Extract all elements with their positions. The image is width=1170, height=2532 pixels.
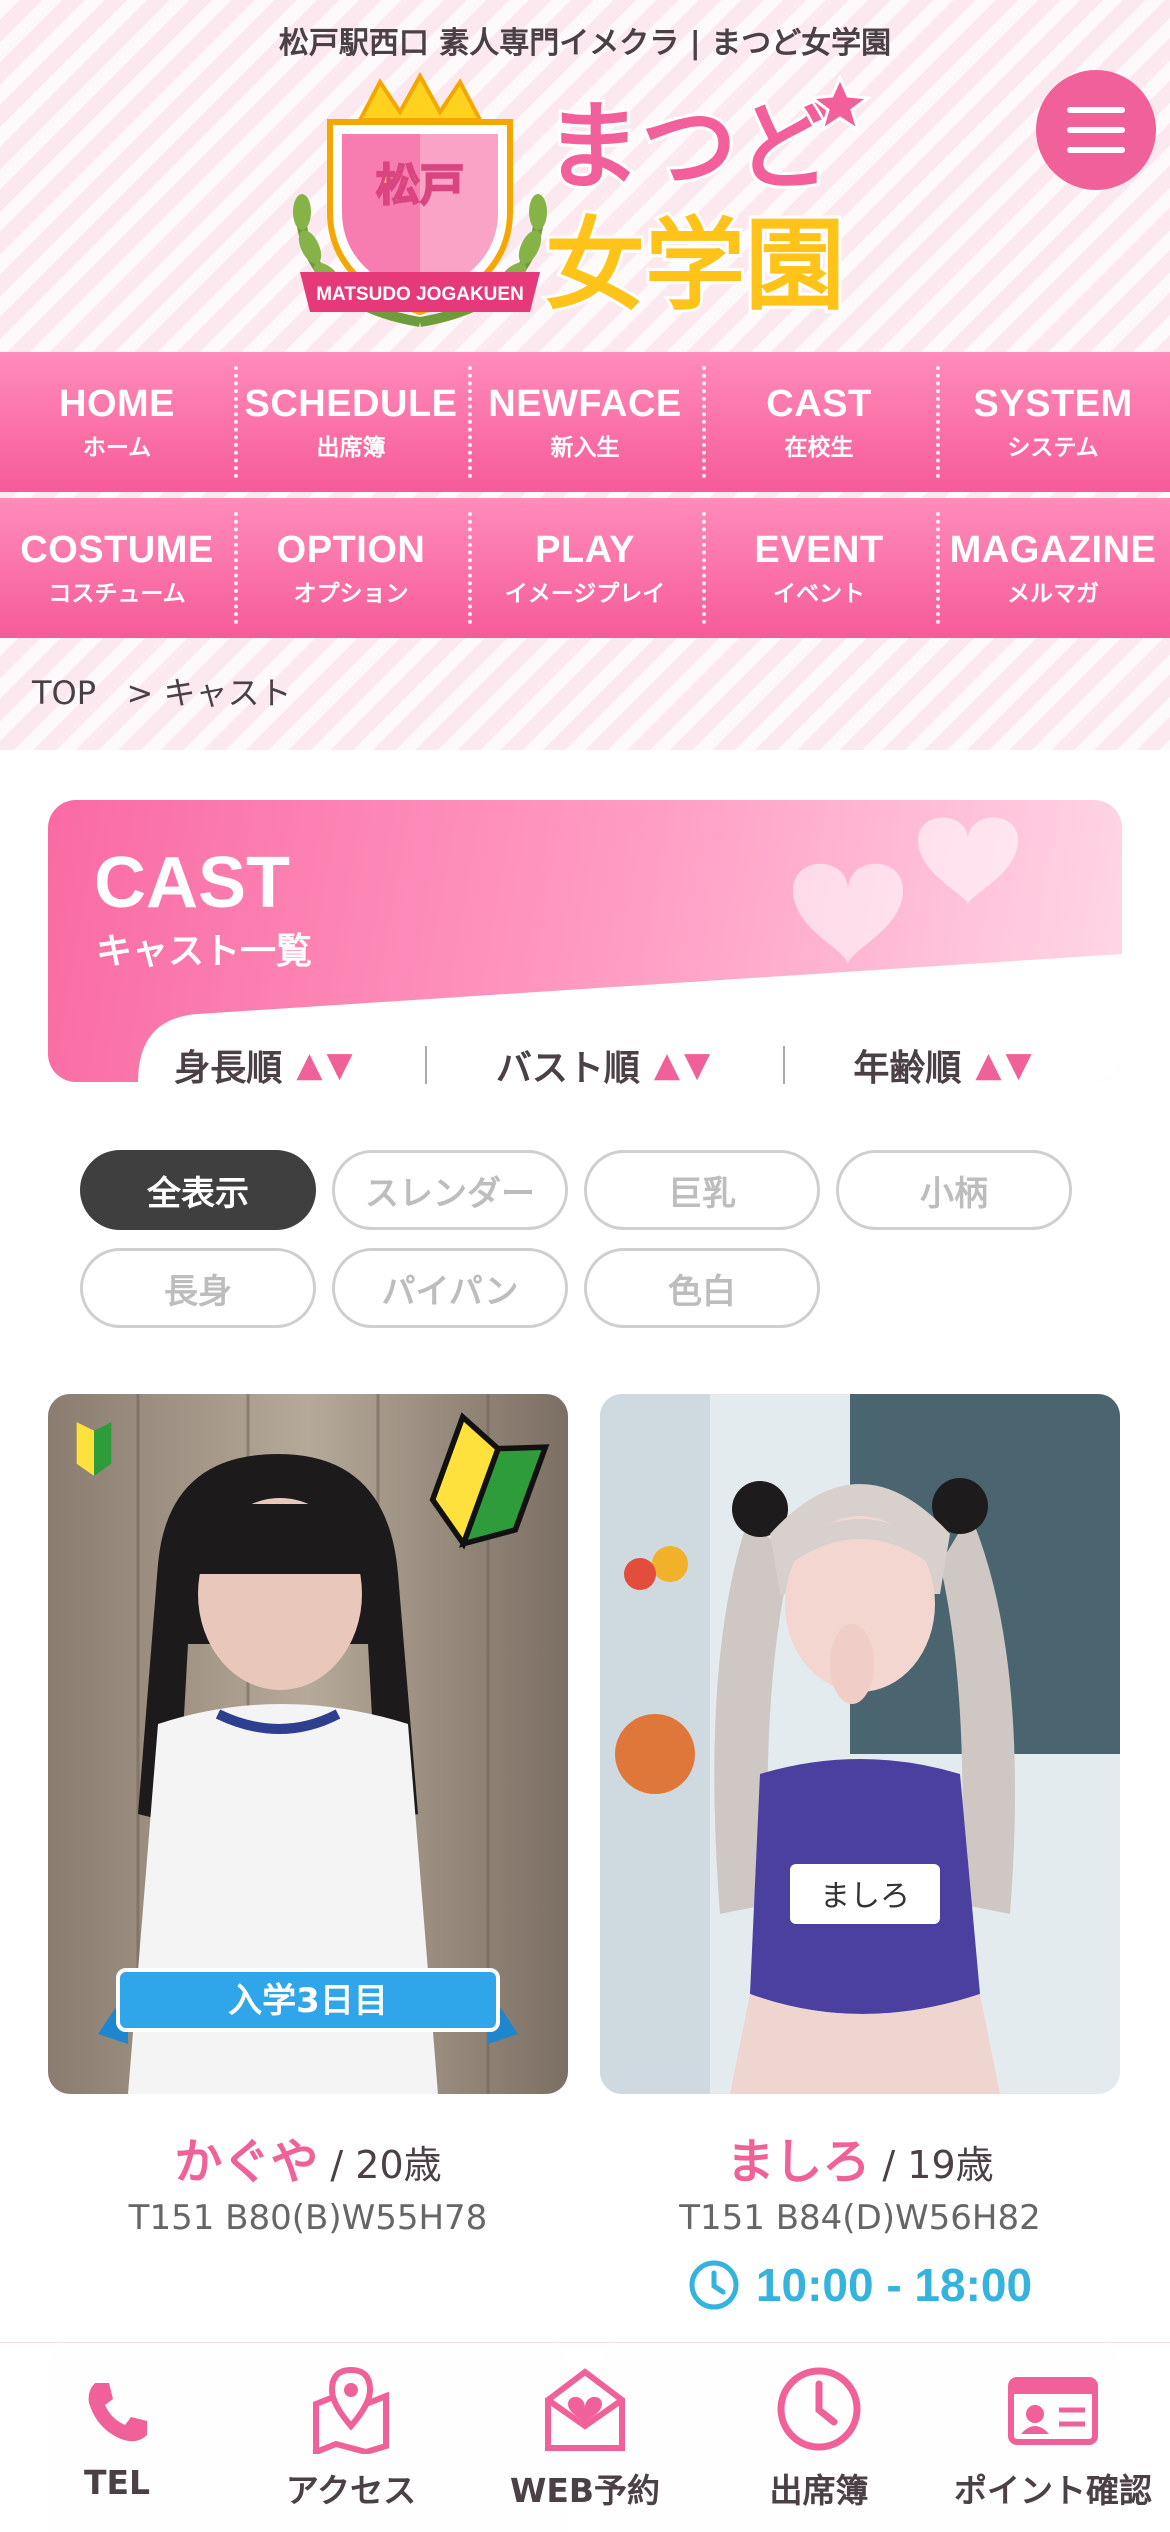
site-tagline: 松戸駅西口 素人専門イメクラ | まつど女学園: [278, 26, 892, 61]
sort-arrows-icon: ▲▼: [296, 1045, 357, 1085]
filter-all-button[interactable]: 全表示: [80, 1150, 316, 1230]
cast-photo[interactable]: ましろ: [600, 1394, 1120, 2094]
heart-icon: [793, 817, 1018, 965]
nav-item-system[interactable]: SYSTEM システム: [936, 352, 1170, 492]
cast-card[interactable]: 入学3日目 かぐや / 20歳 T151 B80(B)W55H78: [48, 1394, 568, 2238]
nav-item-event[interactable]: EVENT イベント: [702, 498, 936, 638]
filter-petite-button[interactable]: 小柄: [836, 1150, 1072, 1230]
crest-text: 松戸: [376, 160, 464, 211]
filter-tall-button[interactable]: 長身: [80, 1248, 316, 1328]
beginner-mark-icon: [76, 1422, 112, 1476]
cast-work-time: 10:00 - 18:00: [755, 2259, 1033, 2311]
nav-item-schedule[interactable]: SCHEDULE 出席簿: [234, 352, 468, 492]
breadcrumb: TOP > キャスト: [32, 674, 292, 712]
cast-card[interactable]: ましろ ましろ / 19歳 T151 B84(D)W56H82 10:00 - …: [600, 1394, 1120, 2312]
schedule-button[interactable]: 出席簿: [702, 2343, 936, 2532]
cast-age: / 20歳: [318, 2143, 442, 2187]
svg-text:入学3日目: 入学3日目: [228, 1981, 388, 2021]
nav-row-2: COSTUME コスチューム OPTION オプション PLAY イメージプレイ…: [0, 498, 1170, 638]
nav-item-home[interactable]: HOME ホーム: [0, 352, 234, 492]
phone-icon: [88, 2383, 147, 2442]
nav-item-play[interactable]: PLAY イメージプレイ: [468, 498, 702, 638]
filter-shaved-button[interactable]: パイパン: [332, 1248, 568, 1328]
nav-item-cast[interactable]: CAST 在校生: [702, 352, 936, 492]
id-card-icon: [1008, 2376, 1098, 2445]
sort-age-button[interactable]: 年齢順 ▲▼: [853, 1039, 1035, 1091]
nav-item-magazine[interactable]: MAGAZINE メルマガ: [936, 498, 1170, 638]
bottom-action-bar: TEL アクセス WEB予約 出席簿 ポイント確認: [0, 2342, 1170, 2532]
cast-title: CAST: [94, 843, 290, 923]
hamburger-menu-button[interactable]: [1036, 70, 1156, 190]
map-pin-icon: [313, 2366, 389, 2454]
nav-item-newface[interactable]: NEWFACE 新入生: [468, 352, 702, 492]
breadcrumb-top-link[interactable]: TOP: [32, 674, 96, 712]
cast-name[interactable]: かぐや: [174, 2134, 318, 2190]
main-content: CAST キャスト一覧 身長順 ▲▼ バスト順 ▲▼ 年齢順 ▲▼ 全表示 スレ…: [0, 750, 1170, 2532]
sort-arrows-icon: ▲▼: [975, 1045, 1036, 1085]
crest-ribbon-text: MATSUDO JOGAKUEN: [316, 284, 524, 305]
filter-fair-skin-button[interactable]: 色白: [584, 1248, 820, 1328]
sort-bust-button[interactable]: バスト順 ▲▼: [496, 1039, 714, 1091]
breadcrumb-current: キャスト: [163, 674, 292, 712]
swimsuit-name-tag: ましろ: [820, 1879, 910, 1914]
mail-heart-icon: [545, 2367, 625, 2451]
nav-row-1: HOME ホーム SCHEDULE 出席簿 NEWFACE 新入生 CAST 在…: [0, 352, 1170, 492]
crown-icon: [356, 72, 484, 122]
web-reservation-button[interactable]: WEB予約: [468, 2343, 702, 2532]
cast-name-line: かぐや / 20歳: [48, 2122, 568, 2192]
sort-arrows-icon: ▲▼: [653, 1045, 715, 1085]
cast-subtitle: キャスト一覧: [96, 931, 313, 972]
nav-item-costume[interactable]: COSTUME コスチューム: [0, 498, 234, 638]
hamburger-icon: [1067, 107, 1125, 113]
cast-photo[interactable]: 入学3日目: [48, 1394, 568, 2094]
cast-name[interactable]: ましろ: [726, 2134, 870, 2190]
cast-schedule: 10:00 - 18:00: [600, 2258, 1120, 2312]
tel-button[interactable]: TEL: [0, 2343, 234, 2532]
nav-item-option[interactable]: OPTION オプション: [234, 498, 468, 638]
clock-icon: [777, 2367, 861, 2450]
site-logo[interactable]: 松戸 MATSUDO JOGAKUEN まつど 女学園: [280, 72, 900, 342]
clock-icon: [689, 2260, 739, 2310]
global-nav: HOME ホーム SCHEDULE 出席簿 NEWFACE 新入生 CAST 在…: [0, 352, 1170, 638]
cast-stats: T151 B80(B)W55H78: [128, 2198, 488, 2238]
access-button[interactable]: アクセス: [234, 2343, 468, 2532]
filter-large-bust-button[interactable]: 巨乳: [584, 1150, 820, 1230]
divider: [425, 1046, 428, 1084]
point-check-button[interactable]: ポイント確認: [936, 2343, 1170, 2532]
filter-slender-button[interactable]: スレンダー: [332, 1150, 568, 1230]
enrollment-banner: 入学3日目: [78, 1968, 538, 2044]
logo-title-line1: まつど: [545, 91, 833, 203]
sort-height-button[interactable]: 身長順 ▲▼: [174, 1039, 356, 1091]
cast-name-line: ましろ / 19歳: [600, 2122, 1120, 2192]
sort-bar: 身長順 ▲▼ バスト順 ▲▼ 年齢順 ▲▼: [140, 1030, 1070, 1100]
cast-age: / 19歳: [870, 2143, 994, 2187]
breadcrumb-separator: [106, 674, 126, 712]
cast-stats: T151 B84(D)W56H82: [679, 2198, 1041, 2238]
divider: [782, 1046, 785, 1084]
logo-title-line2: 女学園: [545, 207, 845, 324]
